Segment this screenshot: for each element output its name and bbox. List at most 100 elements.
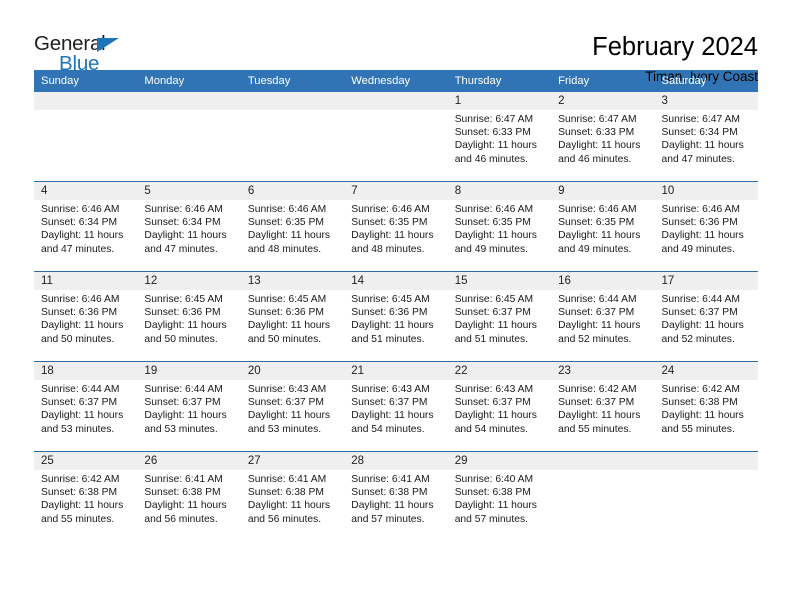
daylight-text-line2: and 53 minutes.: [144, 423, 218, 435]
day-details: Sunrise: 6:44 AM Sunset: 6:37 PM Daylight:…: [551, 290, 654, 346]
sunset-text: Sunset: 6:37 PM: [558, 397, 635, 409]
calendar-day-cell[interactable]: 3 Sunrise: 6:47 AM Sunset: 6:34 PM Daylight…: [654, 92, 758, 182]
calendar-cell-empty: [34, 92, 138, 182]
day-details: Sunrise: 6:44 AM Sunset: 6:37 PM Daylight:…: [655, 290, 758, 346]
calendar-day-cell[interactable]: 10 Sunrise: 6:46 AM Sunset: 6:36 PM Dayligh…: [654, 181, 758, 272]
calendar-day-cell[interactable]: 28 Sunrise: 6:41 AM Sunset: 6:38 PM Dayligh…: [344, 451, 448, 541]
calendar-day-cell[interactable]: 11 Sunrise: 6:46 AM Sunset: 6:36 PM Dayligh…: [34, 271, 138, 362]
day-number: 8: [447, 182, 552, 200]
day-cell-inner: 3 Sunrise: 6:47 AM Sunset: 6:34 PM Daylight…: [654, 92, 758, 181]
calendar-day-cell[interactable]: 14 Sunrise: 6:45 AM Sunset: 6:36 PM Dayligh…: [344, 271, 448, 362]
calendar-day-cell[interactable]: 13 Sunrise: 6:45 AM Sunset: 6:36 PM Dayligh…: [240, 271, 345, 362]
day-details: Sunrise: 6:43 AM Sunset: 6:37 PM Daylight:…: [344, 380, 447, 436]
daylight-text-line2: and 55 minutes.: [41, 513, 115, 525]
daylight-text-line2: and 49 minutes.: [454, 243, 528, 255]
day-details: Sunrise: 6:46 AM Sunset: 6:36 PM Daylight:…: [34, 290, 137, 346]
calendar-table: Sunday Monday Tuesday Wednesday Thursday Frid…: [34, 70, 758, 541]
calendar-day-cell[interactable]: 6 Sunrise: 6:46 AM Sunset: 6:35 PM Daylight…: [240, 181, 345, 272]
sunrise-text: Sunrise: 6:47 AM: [558, 114, 637, 125]
general-blue-logo[interactable]: General Blue: [34, 33, 144, 80]
calendar-day-cell[interactable]: 20 Sunrise: 6:43 AM Sunset: 6:37 PM Dayligh…: [240, 361, 345, 452]
sunset-text: Sunset: 6:37 PM: [454, 307, 531, 319]
day-details: Sunrise: 6:47 AM Sunset: 6:33 PM Daylight:…: [448, 110, 551, 166]
day-details: Sunrise: 6:41 AM Sunset: 6:38 PM Daylight:…: [137, 470, 240, 526]
calendar-day-cell[interactable]: 9 Sunrise: 6:46 AM Sunset: 6:35 PM Daylight…: [551, 181, 655, 272]
sunrise-text: Sunrise: 6:44 AM: [41, 384, 120, 395]
day-details: Sunrise: 6:45 AM Sunset: 6:36 PM Daylight:…: [344, 290, 447, 346]
daylight-text-line1: Daylight: 11 hours: [558, 230, 641, 242]
calendar-day-cell[interactable]: 2 Sunrise: 6:47 AM Sunset: 6:33 PM Daylight…: [551, 92, 655, 182]
day-details: Sunrise: 6:44 AM Sunset: 6:37 PM Daylight:…: [34, 380, 137, 436]
daylight-text-line2: and 48 minutes.: [247, 243, 322, 255]
daylight-text-line1: Daylight: 11 hours: [558, 320, 641, 332]
calendar-day-cell[interactable]: 16 Sunrise: 6:44 AM Sunset: 6:37 PM Dayligh…: [551, 271, 655, 362]
day-details: Sunrise: 6:43 AM Sunset: 6:37 PM Daylight:…: [241, 380, 344, 436]
calendar-day-cell[interactable]: 17 Sunrise: 6:44 AM Sunset: 6:37 PM Dayligh…: [654, 271, 758, 362]
sunrise-text: Sunrise: 6:46 AM: [661, 204, 740, 215]
daylight-text-line1: Daylight: 11 hours: [247, 410, 331, 422]
calendar-day-cell[interactable]: 7 Sunrise: 6:46 AM Sunset: 6:35 PM Daylight…: [344, 181, 448, 272]
weekday-header-tuesday: Tuesday: [240, 70, 345, 92]
sunrise-text: Sunrise: 6:44 AM: [661, 294, 740, 305]
calendar-day-cell[interactable]: 5 Sunrise: 6:46 AM Sunset: 6:34 PM Daylight…: [137, 181, 241, 272]
day-cell-inner: [344, 92, 448, 181]
day-number: 19: [137, 362, 241, 380]
day-cell-inner: 18 Sunrise: 6:44 AM Sunset: 6:37 PM Dayligh…: [34, 362, 138, 451]
sunrise-text: Sunrise: 6:41 AM: [247, 474, 327, 485]
calendar-day-cell[interactable]: 23 Sunrise: 6:42 AM Sunset: 6:37 PM Dayligh…: [551, 361, 655, 452]
day-details: Sunrise: 6:45 AM Sunset: 6:36 PM Daylight:…: [241, 290, 344, 346]
calendar-day-cell[interactable]: 29 Sunrise: 6:40 AM Sunset: 6:38 PM Dayligh…: [447, 451, 552, 541]
sunset-text: Sunset: 6:37 PM: [661, 307, 738, 319]
daylight-text-line1: Daylight: 11 hours: [661, 140, 744, 152]
daylight-text-line2: and 56 minutes.: [144, 513, 218, 525]
calendar-day-cell[interactable]: 21 Sunrise: 6:43 AM Sunset: 6:37 PM Dayligh…: [344, 361, 448, 452]
calendar-day-cell[interactable]: 22 Sunrise: 6:43 AM Sunset: 6:37 PM Dayligh…: [447, 361, 552, 452]
day-number: 12: [137, 272, 241, 290]
sunrise-text: Sunrise: 6:47 AM: [454, 114, 534, 125]
day-cell-inner: 29 Sunrise: 6:40 AM Sunset: 6:38 PM Dayligh…: [447, 452, 552, 541]
calendar-day-cell[interactable]: 8 Sunrise: 6:46 AM Sunset: 6:35 PM Daylight…: [447, 181, 552, 272]
sunrise-text: Sunrise: 6:45 AM: [144, 294, 223, 305]
triangle-icon: [97, 38, 119, 52]
day-details: Sunrise: 6:45 AM Sunset: 6:36 PM Daylight:…: [137, 290, 240, 346]
calendar-day-cell[interactable]: 27 Sunrise: 6:41 AM Sunset: 6:38 PM Dayligh…: [240, 451, 345, 541]
calendar-day-cell[interactable]: 4 Sunrise: 6:46 AM Sunset: 6:34 PM Daylight…: [34, 181, 138, 272]
calendar-day-cell[interactable]: 19 Sunrise: 6:44 AM Sunset: 6:37 PM Dayligh…: [137, 361, 241, 452]
sunrise-text: Sunrise: 6:42 AM: [558, 384, 637, 395]
calendar-day-cell[interactable]: 26 Sunrise: 6:41 AM Sunset: 6:38 PM Dayligh…: [137, 451, 241, 541]
day-number: 13: [240, 272, 345, 290]
sunset-text: Sunset: 6:35 PM: [454, 217, 531, 229]
calendar-day-cell[interactable]: 15 Sunrise: 6:45 AM Sunset: 6:37 PM Dayligh…: [447, 271, 552, 362]
calendar-day-cell[interactable]: 24 Sunrise: 6:42 AM Sunset: 6:38 PM Dayligh…: [654, 361, 758, 452]
day-number: [34, 92, 138, 110]
daylight-text-line1: Daylight: 11 hours: [454, 410, 537, 422]
day-cell-inner: [137, 92, 241, 181]
day-details: Sunrise: 6:46 AM Sunset: 6:34 PM Daylight:…: [34, 200, 137, 256]
calendar-day-cell[interactable]: 1 Sunrise: 6:47 AM Sunset: 6:33 PM Daylight…: [447, 92, 552, 182]
daylight-text-line1: Daylight: 11 hours: [144, 320, 227, 332]
daylight-text-line1: Daylight: 11 hours: [454, 320, 537, 332]
sunrise-text: Sunrise: 6:45 AM: [454, 294, 534, 305]
sunrise-text: Sunrise: 6:40 AM: [454, 474, 534, 485]
sunrise-text: Sunrise: 6:43 AM: [351, 384, 430, 395]
calendar-cell-empty: [551, 451, 655, 541]
day-number: 17: [654, 272, 758, 290]
day-cell-inner: [551, 452, 655, 541]
day-cell-inner: 21 Sunrise: 6:43 AM Sunset: 6:37 PM Dayligh…: [344, 362, 448, 451]
day-cell-inner: 7 Sunrise: 6:46 AM Sunset: 6:35 PM Daylight…: [344, 182, 448, 271]
day-cell-inner: 14 Sunrise: 6:45 AM Sunset: 6:36 PM Dayligh…: [344, 272, 448, 361]
day-cell-inner: 22 Sunrise: 6:43 AM Sunset: 6:37 PM Dayligh…: [447, 362, 552, 451]
sunset-text: Sunset: 6:36 PM: [247, 307, 324, 319]
day-details: Sunrise: 6:46 AM Sunset: 6:34 PM Daylight:…: [137, 200, 240, 256]
daylight-text-line2: and 52 minutes.: [661, 333, 735, 345]
daylight-text-line2: and 56 minutes.: [247, 513, 322, 525]
calendar-day-cell[interactable]: 12 Sunrise: 6:45 AM Sunset: 6:36 PM Dayligh…: [137, 271, 241, 362]
daylight-text-line1: Daylight: 11 hours: [41, 320, 124, 332]
day-cell-inner: 6 Sunrise: 6:46 AM Sunset: 6:35 PM Daylight…: [240, 182, 345, 271]
calendar-day-cell[interactable]: 25 Sunrise: 6:42 AM Sunset: 6:38 PM Dayligh…: [34, 451, 138, 541]
calendar-day-cell[interactable]: 18 Sunrise: 6:44 AM Sunset: 6:37 PM Dayligh…: [34, 361, 138, 452]
day-number: 24: [654, 362, 758, 380]
day-details: Sunrise: 6:46 AM Sunset: 6:35 PM Daylight:…: [448, 200, 551, 256]
daylight-text-line2: and 47 minutes.: [41, 243, 115, 255]
day-number: 23: [551, 362, 655, 380]
